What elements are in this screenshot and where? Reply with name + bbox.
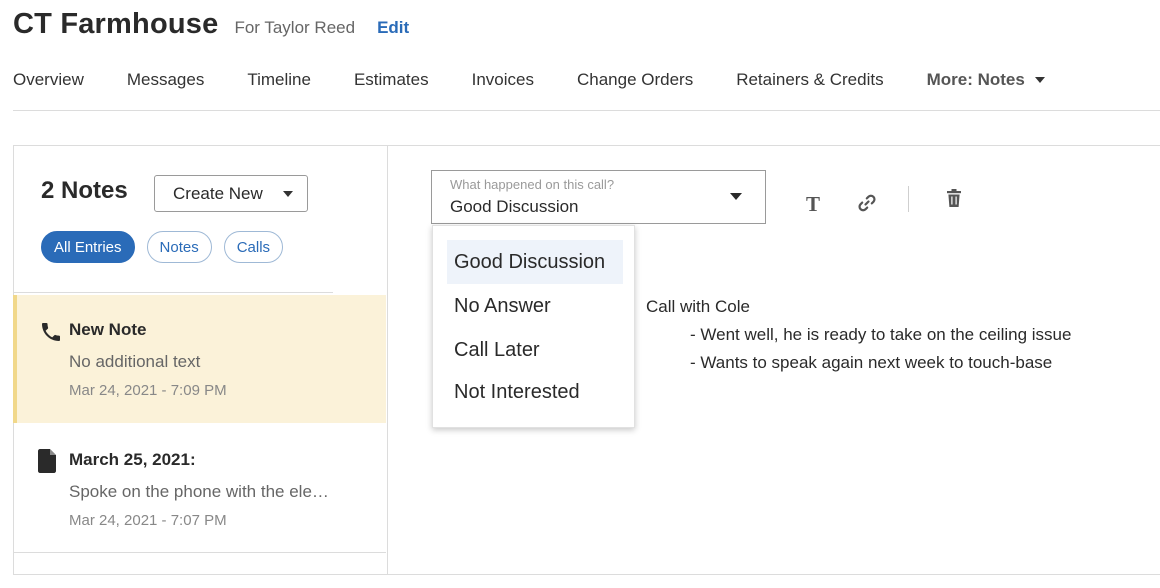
tab-estimates[interactable]: Estimates xyxy=(354,62,429,98)
document-icon xyxy=(38,449,62,473)
tab-more-notes[interactable]: More: Notes xyxy=(927,62,1045,98)
filter-notes[interactable]: Notes xyxy=(146,231,212,263)
tab-overview[interactable]: Overview xyxy=(13,62,84,98)
call-outcome-placeholder: What happened on this call? xyxy=(450,177,615,192)
entry-filters: All Entries Notes Calls xyxy=(41,231,284,263)
note-line[interactable]: Call with Cole xyxy=(646,297,750,317)
chevron-down-icon xyxy=(730,193,742,200)
menu-item-call-later[interactable]: Call Later xyxy=(447,328,540,372)
entry-date: Mar 24, 2021 - 7:09 PM xyxy=(69,382,227,399)
create-new-label: Create New xyxy=(173,183,263,203)
filter-all-entries[interactable]: All Entries xyxy=(41,231,135,263)
tabs-divider xyxy=(13,110,1160,111)
tab-change-orders[interactable]: Change Orders xyxy=(577,62,693,98)
phone-icon xyxy=(39,320,63,344)
create-new-button[interactable]: Create New xyxy=(154,175,308,212)
call-outcome-value: Good Discussion xyxy=(450,197,579,216)
tab-timeline[interactable]: Timeline xyxy=(247,62,311,98)
project-tabs: Overview Messages Timeline Estimates Inv… xyxy=(13,62,1045,98)
text-format-icon[interactable]: T xyxy=(801,192,825,216)
entry-body: Spoke on the phone with the ele… xyxy=(69,482,329,501)
call-outcome-menu: Good Discussion No Answer Call Later Not… xyxy=(432,225,635,428)
tab-retainers-credits[interactable]: Retainers & Credits xyxy=(736,62,883,98)
entry-body: No additional text xyxy=(69,352,201,371)
filter-calls[interactable]: Calls xyxy=(223,231,284,263)
note-line[interactable]: - Went well, he is ready to take on the … xyxy=(690,325,1071,345)
chevron-down-icon xyxy=(283,191,293,197)
edit-link[interactable]: Edit xyxy=(377,18,409,38)
list-item[interactable]: New Note No additional text Mar 24, 2021… xyxy=(13,295,386,423)
link-icon[interactable] xyxy=(855,191,879,215)
entry-title: March 25, 2021: xyxy=(69,450,196,469)
project-title: CT Farmhouse xyxy=(13,8,219,40)
menu-item-good-discussion[interactable]: Good Discussion xyxy=(447,240,623,284)
menu-item-no-answer[interactable]: No Answer xyxy=(447,284,551,328)
call-outcome-select[interactable]: What happened on this call? Good Discuss… xyxy=(431,170,766,224)
menu-item-not-interested[interactable]: Not Interested xyxy=(447,370,580,414)
tab-invoices[interactable]: Invoices xyxy=(472,62,534,98)
entry-date: Mar 24, 2021 - 7:07 PM xyxy=(69,512,227,529)
list-divider xyxy=(13,292,333,293)
tab-more-label: More: Notes xyxy=(926,70,1025,89)
toolbar-divider xyxy=(908,186,909,212)
notes-count: 2 Notes xyxy=(41,177,128,204)
project-client: For Taylor Reed xyxy=(234,18,356,37)
note-line[interactable]: - Wants to speak again next week to touc… xyxy=(690,353,1052,373)
tab-messages[interactable]: Messages xyxy=(127,62,204,98)
list-item[interactable]: March 25, 2021: Spoke on the phone with … xyxy=(13,425,386,553)
project-header: CT Farmhouse For Taylor Reed Edit xyxy=(13,8,409,48)
entry-title: New Note xyxy=(69,320,147,339)
notes-list-column: 2 Notes Create New All Entries Notes Cal… xyxy=(13,145,388,575)
trash-icon[interactable] xyxy=(942,186,966,210)
chevron-down-icon xyxy=(1034,77,1045,83)
